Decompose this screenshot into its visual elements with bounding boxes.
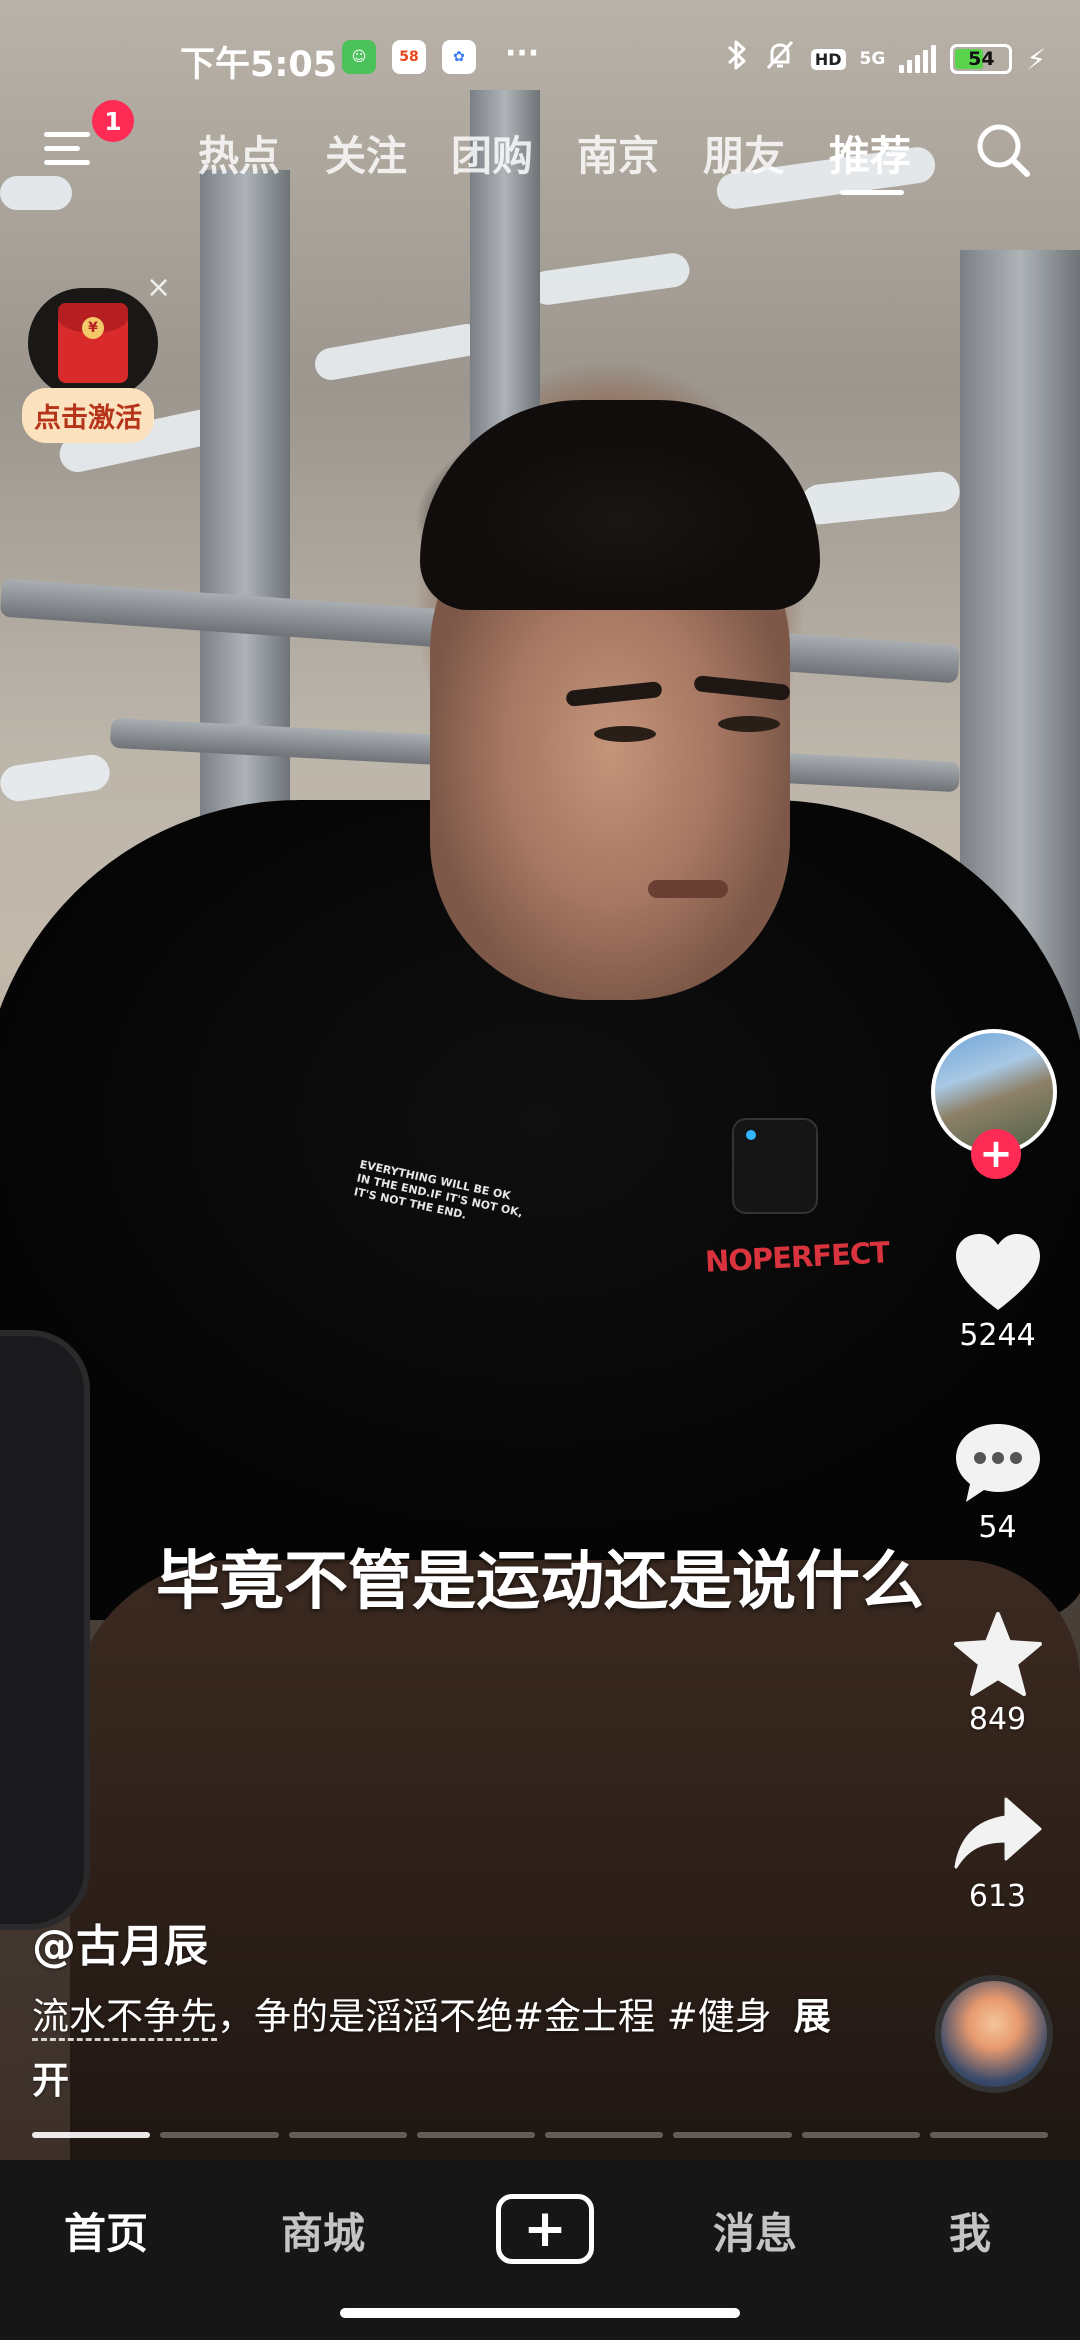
- like-count: 5244: [959, 1318, 1036, 1353]
- signal-strength-icon: [899, 45, 937, 73]
- follow-button[interactable]: +: [971, 1129, 1021, 1179]
- top-feed-tabs: 热点 关注 团购 南京 朋友 推荐: [0, 112, 1080, 195]
- red-packet-close-button[interactable]: ×: [146, 270, 171, 305]
- caption-text: ，争的是滔滔不绝#金士程 #健身: [217, 1995, 772, 2038]
- red-envelope-icon: [28, 288, 158, 398]
- create-post-button[interactable]: +: [496, 2194, 594, 2264]
- author-name[interactable]: @古月辰: [32, 1910, 208, 1974]
- weight-plate: [0, 1330, 90, 1930]
- video-subtitle: 毕竟不管是运动还是说什么: [156, 1545, 924, 1619]
- menu-icon[interactable]: [44, 128, 96, 168]
- tab-city[interactable]: 南京: [577, 122, 659, 182]
- battery-icon: 54: [950, 44, 1013, 74]
- network-type: 5G: [859, 49, 886, 69]
- tab-hot[interactable]: 热点: [198, 122, 280, 182]
- comment-icon: [955, 1424, 1040, 1502]
- progress-segment: [801, 2132, 920, 2138]
- ceiling-light: [0, 752, 112, 804]
- lapel-mic: [732, 1118, 818, 1214]
- favorite-button[interactable]: 849: [925, 1610, 1070, 1737]
- person-eye: [594, 726, 656, 742]
- post-caption[interactable]: 流水不争先，争的是滔滔不绝#金士程 #健身 展开: [32, 1985, 832, 2113]
- red-packet-activate-label: 点击激活: [22, 388, 154, 443]
- more-notifications-icon: ···: [505, 36, 540, 71]
- progress-segment: [288, 2132, 407, 2138]
- status-time: 下午5:05: [180, 45, 338, 85]
- comment-button[interactable]: 54: [925, 1420, 1070, 1545]
- red-packet-widget[interactable]: 点击激活: [22, 288, 158, 448]
- app-58-icon: 58: [392, 40, 426, 74]
- wechat-mini-icon: ☺: [342, 40, 376, 74]
- person-eye: [718, 716, 780, 732]
- search-icon[interactable]: [973, 120, 1033, 180]
- bluetooth-icon: [725, 38, 749, 80]
- nav-profile[interactable]: 我: [900, 2200, 1040, 2261]
- menu-notification-badge: 1: [92, 100, 134, 142]
- progress-segment: [545, 2132, 664, 2138]
- active-tab-indicator: [840, 190, 904, 195]
- nav-mall[interactable]: 商城: [253, 2200, 393, 2261]
- video-progress[interactable]: [32, 2132, 1048, 2138]
- home-indicator[interactable]: [340, 2308, 740, 2318]
- favorite-count: 849: [968, 1702, 1027, 1737]
- share-icon: [954, 1797, 1041, 1869]
- tab-recommended[interactable]: 推荐: [829, 122, 911, 182]
- progress-segment: [929, 2132, 1048, 2138]
- progress-segment: [160, 2132, 279, 2138]
- person-mouth: [648, 880, 728, 898]
- star-icon: [953, 1612, 1042, 1696]
- battery-percent: 54: [968, 48, 995, 70]
- nav-home[interactable]: 首页: [36, 2200, 176, 2261]
- cloud-app-icon: ✿: [442, 40, 476, 74]
- bottom-nav: 首页 商城 + 消息 我: [0, 2160, 1080, 2340]
- video-player[interactable]: EVERYTHING WILL BE OK IN THE END.IF IT'S…: [0, 0, 1080, 2160]
- share-count: 613: [968, 1879, 1027, 1914]
- like-button[interactable]: 5244: [925, 1230, 1070, 1353]
- progress-segment: [416, 2132, 535, 2138]
- tab-friends[interactable]: 朋友: [703, 122, 785, 182]
- progress-segment: [673, 2132, 792, 2138]
- status-indicators: HD 5G 54 ⚡: [725, 38, 1046, 80]
- tab-following[interactable]: 关注: [325, 122, 407, 182]
- share-button[interactable]: 613: [925, 1795, 1070, 1914]
- ceiling-light: [312, 321, 486, 383]
- nav-messages[interactable]: 消息: [685, 2200, 825, 2261]
- music-disc[interactable]: [935, 1975, 1053, 2093]
- ceiling-light: [798, 469, 962, 527]
- progress-segment: [32, 2132, 151, 2138]
- tab-group-buy[interactable]: 团购: [451, 122, 533, 182]
- status-bar: 下午5:05 ☺ 58 ✿ ··· HD 5G 54 ⚡: [0, 0, 1080, 118]
- mute-bell-icon: [763, 38, 797, 80]
- heart-icon: [955, 1234, 1040, 1310]
- hd-voice-badge: HD: [810, 48, 846, 70]
- ceiling-light: [528, 251, 692, 307]
- charging-icon: ⚡: [1026, 42, 1046, 76]
- caption-link[interactable]: 流水不争先: [32, 1995, 217, 2041]
